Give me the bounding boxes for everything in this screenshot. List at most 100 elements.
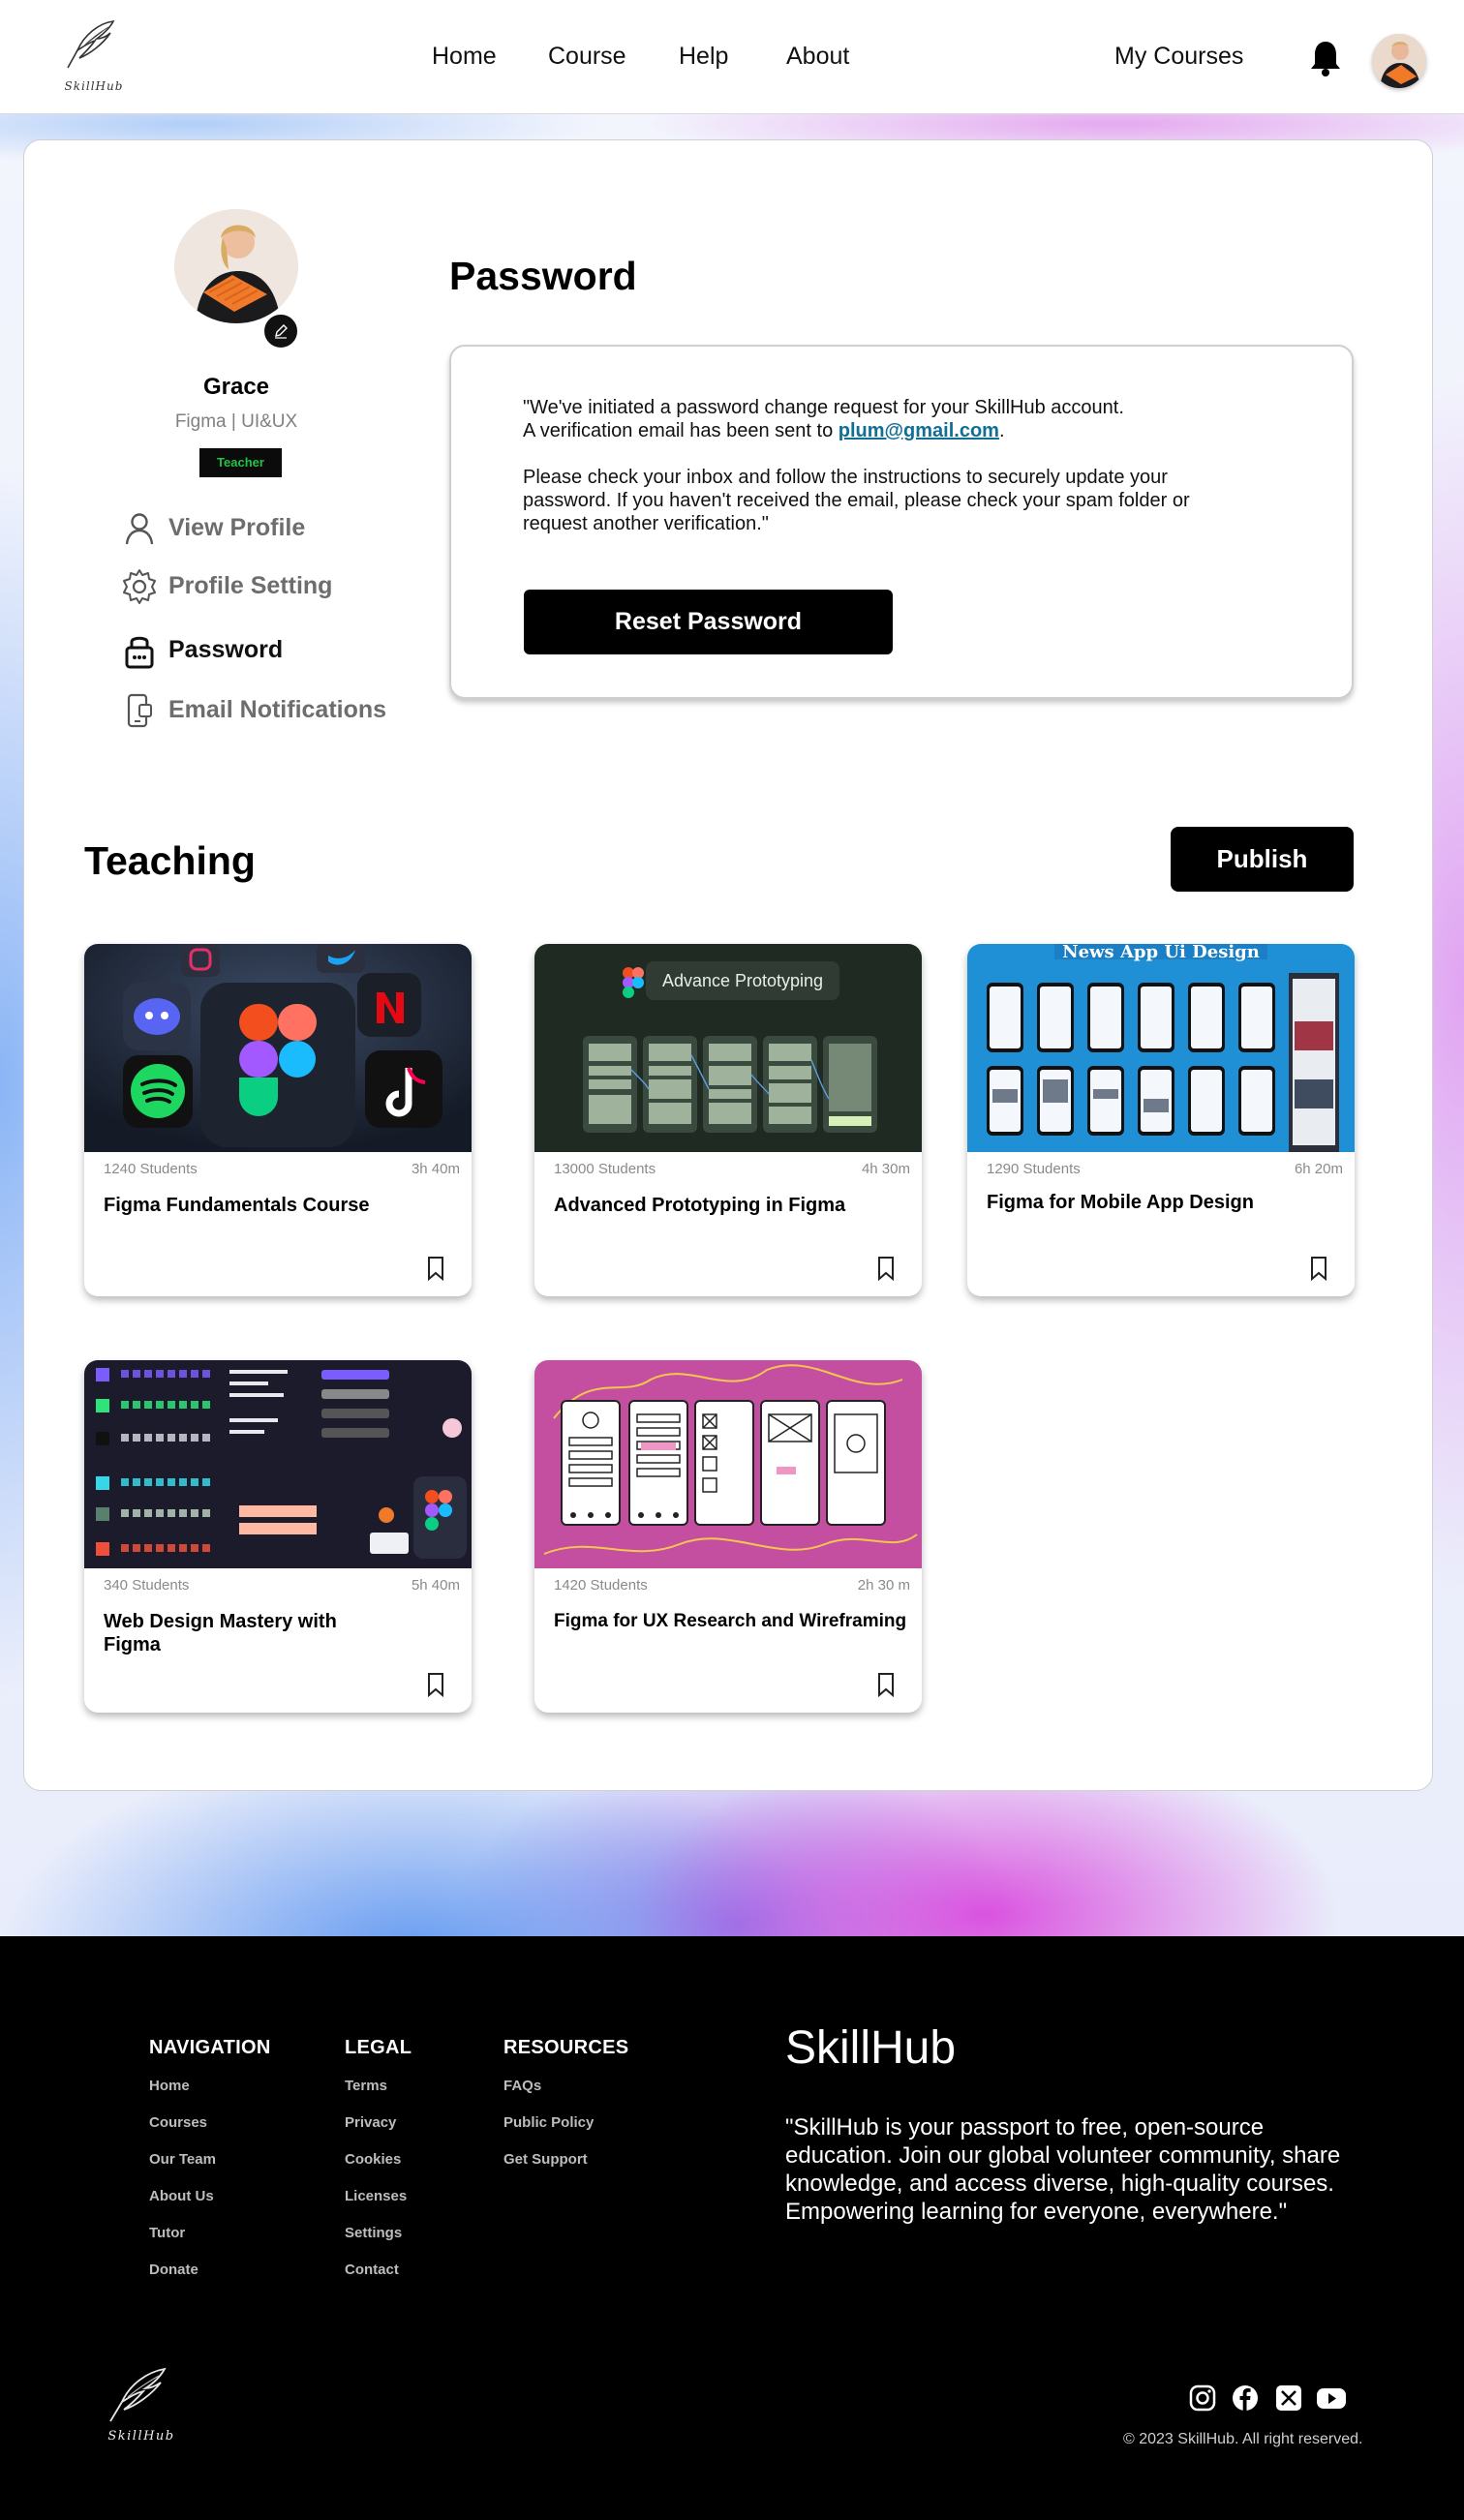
course-duration: 4h 30m <box>861 1161 910 1177</box>
course-title[interactable]: Web Design Mastery with Figma <box>104 1610 375 1656</box>
sidebar-item-label: Email Notifications <box>168 696 387 723</box>
footer-description: "SkillHub is your passport to free, open… <box>785 2114 1341 2225</box>
quill-logo-icon <box>109 2367 167 2422</box>
footer-link-privacy[interactable]: Privacy <box>345 2114 396 2131</box>
course-thumbnail: News App Ui Design <box>967 944 1355 1152</box>
profile-photo <box>174 209 298 323</box>
course-duration: 3h 40m <box>411 1161 460 1177</box>
sidebar-item-email-notifications[interactable]: Email Notifications <box>120 687 411 730</box>
course-students: 340 Students <box>104 1577 190 1594</box>
footer-link-about-us[interactable]: About Us <box>149 2188 214 2204</box>
user-avatar[interactable] <box>1372 34 1426 88</box>
sidebar-item-label: Password <box>168 636 284 663</box>
footer-link-donate[interactable]: Donate <box>149 2262 198 2278</box>
teaching-title: Teaching <box>84 838 256 883</box>
youtube-icon[interactable] <box>1316 2383 1346 2413</box>
sidebar-item-password[interactable]: Password <box>120 627 411 670</box>
sidebar-item-profile-setting[interactable]: Profile Setting <box>120 563 411 606</box>
my-courses-link[interactable]: My Courses <box>1114 43 1243 71</box>
footer-link-get-support[interactable]: Get Support <box>503 2151 588 2168</box>
publish-button[interactable]: Publish <box>1171 827 1354 892</box>
thumb-title: News App Ui Design <box>1062 944 1260 962</box>
nav-home[interactable]: Home <box>432 43 497 71</box>
facebook-icon[interactable] <box>1231 2383 1260 2413</box>
password-message-line2: A verification email has been sent to pl… <box>523 419 1201 442</box>
course-thumbnail <box>84 944 472 1152</box>
course-students: 13000 Students <box>554 1161 656 1177</box>
course-thumbnail <box>534 1360 922 1568</box>
footer-logo[interactable]: SkillHub <box>101 2365 182 2446</box>
course-students: 1290 Students <box>987 1161 1081 1177</box>
course-students: 1420 Students <box>554 1577 648 1594</box>
email-link[interactable]: plum@gmail.com <box>839 420 999 441</box>
course-thumbnail: Advance Prototyping <box>534 944 922 1152</box>
password-instructions: Please check your inbox and follow the i… <box>523 467 1190 534</box>
top-header: SkillHub Home Course Help About My Cours… <box>0 0 1464 114</box>
footer-link-home[interactable]: Home <box>149 2078 190 2094</box>
logo-text: SkillHub <box>64 79 124 93</box>
course-duration: 5h 40m <box>411 1577 460 1594</box>
course-card-mobile-app-design[interactable]: News App Ui Design 1290 Students 6h 20m … <box>967 944 1355 1296</box>
device-icon <box>120 691 159 730</box>
course-title[interactable]: Advanced Prototyping in Figma <box>554 1194 864 1217</box>
password-title: Password <box>449 254 637 298</box>
copyright: © 2023 SkillHub. All right reserved. <box>1123 2431 1363 2447</box>
footer-link-faqs[interactable]: FAQs <box>503 2078 541 2094</box>
sidebar-item-label: Profile Setting <box>168 572 333 599</box>
bookmark-icon[interactable] <box>1310 1256 1327 1282</box>
course-duration: 6h 20m <box>1294 1161 1343 1177</box>
footer-heading-legal: LEGAL <box>345 2037 412 2058</box>
footer-link-contact[interactable]: Contact <box>345 2262 399 2278</box>
password-message-suffix: . <box>998 420 1005 441</box>
course-title[interactable]: Figma for Mobile App Design <box>987 1191 1296 1214</box>
footer-link-licenses[interactable]: Licenses <box>345 2188 407 2204</box>
course-card-advanced-prototyping[interactable]: Advance Prototyping 13000 Students 4h 30… <box>534 944 922 1296</box>
course-card-figma-fundamentals[interactable]: 1240 Students 3h 40m Figma Fundamentals … <box>84 944 472 1296</box>
edit-photo-button[interactable] <box>261 312 300 350</box>
bookmark-icon[interactable] <box>877 1672 895 1698</box>
bookmark-icon[interactable] <box>877 1256 895 1282</box>
footer-link-tutor[interactable]: Tutor <box>149 2225 185 2241</box>
profile-role: Figma | UI&UX <box>174 411 298 432</box>
footer-link-courses[interactable]: Courses <box>149 2114 207 2131</box>
reset-password-button[interactable]: Reset Password <box>524 590 893 654</box>
x-icon[interactable] <box>1274 2383 1303 2413</box>
password-message: "We've initiated a password change reque… <box>523 396 1201 442</box>
pencil-icon <box>275 324 288 339</box>
footer-link-terms[interactable]: Terms <box>345 2078 387 2094</box>
sidebar-item-view-profile[interactable]: View Profile <box>120 505 411 548</box>
footer-brand: SkillHub <box>785 2022 957 2074</box>
course-students: 1240 Students <box>104 1161 198 1177</box>
course-thumbnail <box>84 1360 472 1568</box>
gear-icon <box>120 567 159 606</box>
profile-name: Grace <box>202 374 270 400</box>
nav-course[interactable]: Course <box>548 43 626 71</box>
lock-icon <box>120 631 159 670</box>
quill-logo-icon <box>67 20 115 69</box>
course-card-web-design-mastery[interactable]: 340 Students 5h 40m Web Design Mastery w… <box>84 1360 472 1713</box>
course-card-ux-research[interactable]: 1420 Students 2h 30 m Figma for UX Resea… <box>534 1360 922 1713</box>
course-title[interactable]: Figma Fundamentals Course <box>104 1194 413 1217</box>
course-title[interactable]: Figma for UX Research and Wireframing <box>554 1610 912 1633</box>
thumb-title: Advance Prototyping <box>662 971 823 990</box>
bookmark-icon[interactable] <box>427 1256 444 1282</box>
bookmark-icon[interactable] <box>427 1672 444 1698</box>
footer-link-cookies[interactable]: Cookies <box>345 2151 401 2168</box>
nav-help[interactable]: Help <box>679 43 728 71</box>
course-duration: 2h 30 m <box>857 1577 910 1594</box>
instagram-icon[interactable] <box>1188 2383 1217 2413</box>
sidebar-item-label: View Profile <box>168 514 306 541</box>
teacher-badge: Teacher <box>199 448 282 477</box>
password-message-prefix: A verification email has been sent to <box>523 420 839 441</box>
footer-heading-navigation: NAVIGATION <box>149 2037 271 2058</box>
bell-icon[interactable] <box>1309 39 1342 77</box>
footer-link-our-team[interactable]: Our Team <box>149 2151 216 2168</box>
nav-about[interactable]: About <box>786 43 849 71</box>
logo[interactable]: SkillHub <box>60 17 128 93</box>
footer-link-public-policy[interactable]: Public Policy <box>503 2114 594 2131</box>
user-icon <box>120 509 159 548</box>
footer-link-settings[interactable]: Settings <box>345 2225 402 2241</box>
footer-heading-resources: RESOURCES <box>503 2037 629 2058</box>
password-message-line1: "We've initiated a password change reque… <box>523 397 1124 418</box>
footer-logo-text: SkillHub <box>107 2429 175 2444</box>
